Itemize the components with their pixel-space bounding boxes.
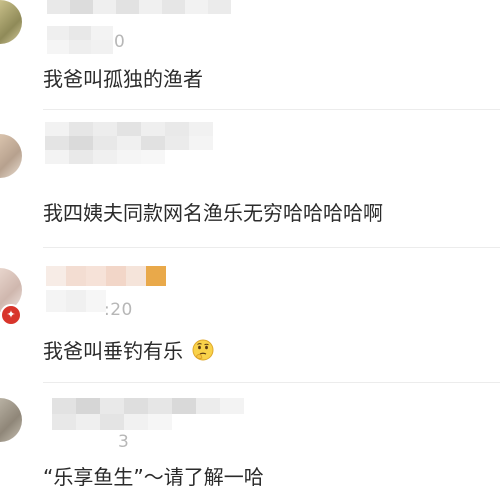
comment-item[interactable]: ✦ :20 我爸叫垂钓有乐 — [0, 248, 500, 384]
comment-timestamp: 3 — [118, 432, 130, 452]
thinking-face-icon — [191, 338, 215, 362]
comment-item[interactable]: 我四姨夫同款网名渔乐无穷哈哈哈哈啊 — [0, 110, 500, 248]
avatar[interactable] — [0, 0, 22, 44]
comment-timestamp: 0 — [114, 32, 126, 52]
avatar[interactable] — [0, 398, 22, 442]
comment-list: 0 我爸叫孤独的渔者 我四姨夫同款网名渔乐无穷哈哈哈哈啊 ✦ :20 我爸叫垂钓… — [0, 0, 500, 503]
comment-timestamp: :20 — [104, 300, 133, 320]
comment-text: “乐享鱼生”～请了解一哈 — [43, 465, 264, 489]
blurred-timestamp — [46, 290, 106, 312]
divider — [43, 382, 500, 383]
blurred-username — [46, 266, 166, 286]
blurred-username — [45, 122, 213, 164]
blurred-username — [52, 398, 244, 430]
comment-item[interactable]: 0 我爸叫孤独的渔者 — [0, 0, 500, 110]
verified-badge-icon: ✦ — [0, 304, 22, 326]
blurred-username — [47, 0, 231, 14]
avatar[interactable] — [0, 134, 22, 178]
comment-text-content: 我爸叫垂钓有乐 — [43, 339, 183, 363]
comment-text: 我爸叫孤独的渔者 — [43, 67, 203, 91]
comment-text: 我爸叫垂钓有乐 — [43, 338, 215, 364]
blurred-timestamp — [47, 26, 113, 54]
comment-text: 我四姨夫同款网名渔乐无穷哈哈哈哈啊 — [43, 201, 383, 225]
comment-item[interactable]: 3 “乐享鱼生”～请了解一哈 — [0, 384, 500, 503]
